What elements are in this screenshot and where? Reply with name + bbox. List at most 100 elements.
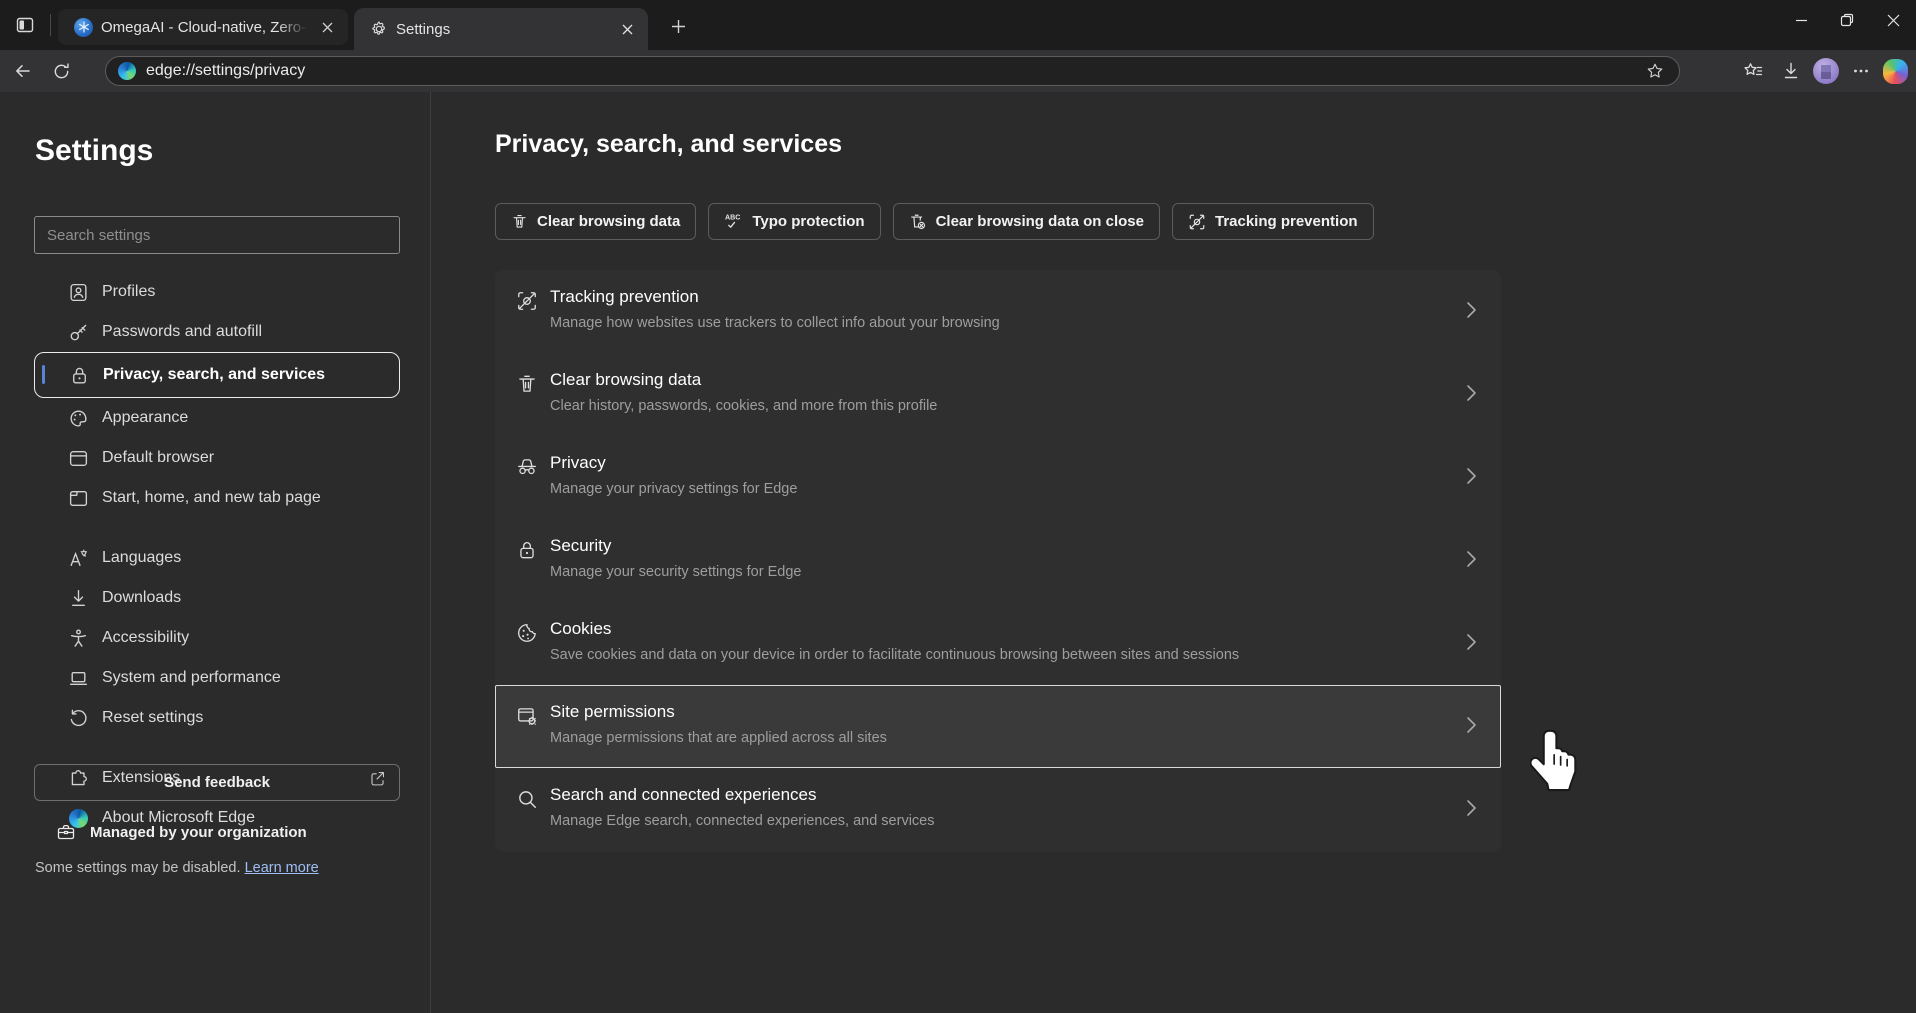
svg-text:ABC: ABC (725, 214, 740, 222)
refresh-icon[interactable] (46, 56, 76, 86)
briefcase-icon (56, 822, 76, 842)
row-description: Manage permissions that are applied acro… (550, 730, 1441, 746)
sidebar-title: Settings (35, 134, 153, 168)
row-title: Security (550, 536, 1441, 556)
palette-icon (68, 408, 89, 429)
tab-close-icon[interactable] (316, 16, 338, 38)
tab-separator (50, 14, 51, 36)
nav-group-gap (34, 738, 400, 758)
tab-title: OmegaAI - Cloud-native, Zero-Fo (101, 19, 308, 36)
sidebar-item-label: Start, home, and new tab page (102, 489, 321, 507)
new-tab-icon[interactable] (664, 12, 692, 40)
key-icon (68, 322, 89, 343)
site-permissions-icon (516, 705, 538, 727)
trash-x-icon (909, 213, 927, 231)
laptop-icon (68, 668, 89, 689)
clear-browsing-data-button[interactable]: Clear browsing data (495, 203, 696, 240)
row-privacy[interactable]: Privacy Manage your privacy settings for… (495, 436, 1501, 519)
download-icon (68, 588, 89, 609)
row-cookies[interactable]: Cookies Save cookies and data on your de… (495, 602, 1501, 685)
tab-omegaai[interactable]: OmegaAI - Cloud-native, Zero-Fo (58, 9, 348, 45)
incognito-icon (516, 456, 538, 478)
row-title: Cookies (550, 619, 1441, 639)
row-description: Manage your security settings for Edge (550, 564, 1441, 580)
abc-check-icon: ABC (724, 212, 743, 231)
new-tab-page-icon (68, 488, 89, 509)
sidebar-item-profiles[interactable]: Profiles (34, 272, 400, 312)
tab-close-icon[interactable] (616, 18, 638, 40)
row-title: Search and connected experiences (550, 785, 1441, 805)
browser-window-icon (68, 448, 89, 469)
row-title: Tracking prevention (550, 287, 1441, 307)
quick-action-buttons: Clear browsing data ABC Typo protection … (495, 203, 1374, 240)
managed-by-org: Managed by your organization (56, 822, 307, 842)
row-site-permissions[interactable]: Site permissions Manage permissions that… (495, 685, 1501, 768)
row-search-connected[interactable]: Search and connected experiences Manage … (495, 768, 1501, 851)
sidebar-item-reset[interactable]: Reset settings (34, 698, 400, 738)
add-favorite-star-icon[interactable] (1639, 55, 1671, 87)
row-security[interactable]: Security Manage your security settings f… (495, 519, 1501, 602)
typo-protection-button[interactable]: ABC Typo protection (708, 203, 880, 240)
toolbar-right-icons (1737, 53, 1908, 89)
sidebar-item-downloads[interactable]: Downloads (34, 578, 400, 618)
close-window-button[interactable] (1870, 0, 1916, 40)
back-icon[interactable] (8, 56, 38, 86)
sidebar-item-default-browser[interactable]: Default browser (34, 438, 400, 478)
sidebar-item-start-home[interactable]: Start, home, and new tab page (34, 478, 400, 518)
sidebar-item-label: Downloads (102, 589, 181, 607)
sidebar-item-appearance[interactable]: Appearance (34, 398, 400, 438)
tab-title: Settings (396, 21, 608, 38)
tab-settings[interactable]: Settings (354, 8, 648, 50)
downloads-icon[interactable] (1775, 55, 1807, 87)
chevron-right-icon (1463, 379, 1479, 407)
tracking-prevention-icon (1188, 213, 1206, 231)
address-bar[interactable]: edge://settings/privacy (105, 56, 1680, 86)
page-title: Privacy, search, and services (495, 130, 842, 159)
sidebar-item-passwords[interactable]: Passwords and autofill (34, 312, 400, 352)
sidebar-item-label: Default browser (102, 449, 214, 467)
sidebar-nav: Profiles Passwords and autofill Privacy,… (34, 272, 400, 838)
sidebar-item-label: Passwords and autofill (102, 323, 262, 341)
tab-layout-icon[interactable] (10, 11, 40, 39)
edge-browser-window: OmegaAI - Cloud-native, Zero-Fo Settings (0, 0, 1916, 1013)
send-feedback-button[interactable]: Send feedback (34, 764, 400, 801)
chevron-right-icon (1463, 711, 1479, 739)
sidebar-item-accessibility[interactable]: Accessibility (34, 618, 400, 658)
sidebar-item-label: Reset settings (102, 709, 203, 727)
restore-button[interactable] (1824, 0, 1870, 40)
sidebar-item-label: Profiles (102, 283, 155, 301)
learn-more-link[interactable]: Learn more (245, 860, 319, 876)
minimize-button[interactable] (1778, 0, 1824, 40)
settings-sidebar: Settings Profiles Passwords and autofill… (0, 92, 430, 1013)
copilot-icon[interactable] (1883, 59, 1908, 84)
row-tracking-prevention[interactable]: Tracking prevention Manage how websites … (495, 270, 1501, 353)
sidebar-item-languages[interactable]: Languages (34, 538, 400, 578)
trash-icon (511, 213, 528, 230)
tracking-prevention-button[interactable]: Tracking prevention (1172, 203, 1374, 240)
reset-icon (68, 708, 89, 729)
chevron-right-icon (1463, 794, 1479, 822)
row-clear-browsing-data[interactable]: Clear browsing data Clear history, passw… (495, 353, 1501, 436)
search-icon (516, 788, 538, 810)
profile-card-icon (68, 282, 89, 303)
row-description: Manage how websites use trackers to coll… (550, 315, 1441, 331)
window-controls (1778, 0, 1916, 50)
sidebar-item-label: Appearance (102, 409, 188, 427)
tracking-prevention-icon (516, 290, 538, 312)
privacy-settings-main: Privacy, search, and services Clear brow… (430, 92, 1916, 1013)
row-description: Save cookies and data on your device in … (550, 647, 1441, 663)
edge-site-icon (118, 62, 136, 80)
sidebar-item-privacy[interactable]: Privacy, search, and services (34, 352, 400, 398)
profile-avatar[interactable] (1813, 58, 1839, 84)
sidebar-item-system[interactable]: System and performance (34, 658, 400, 698)
search-settings-input[interactable] (34, 216, 400, 254)
favorites-icon[interactable] (1737, 55, 1769, 87)
sidebar-item-label: Languages (102, 549, 181, 567)
url-text[interactable]: edge://settings/privacy (146, 62, 1639, 80)
omegaai-favicon (74, 18, 93, 37)
more-menu-icon[interactable] (1845, 55, 1877, 87)
clear-data-on-close-button[interactable]: Clear browsing data on close (893, 203, 1160, 240)
lock-icon (69, 365, 90, 386)
chevron-right-icon (1463, 462, 1479, 490)
accessibility-icon (68, 628, 89, 649)
